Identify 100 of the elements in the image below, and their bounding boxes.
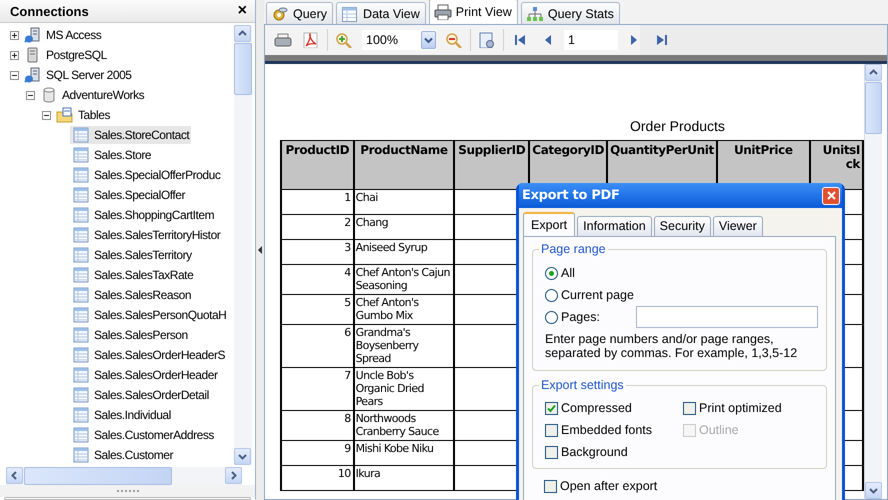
plus-icon[interactable] [10, 30, 18, 40]
grid-icon [341, 6, 360, 22]
table-cell: 2 [281, 214, 354, 240]
scroll-right-button[interactable] [225, 467, 242, 484]
radio-button[interactable]: All [545, 266, 575, 280]
tab[interactable]: Data View [336, 2, 426, 24]
column-header: ProductName [354, 140, 454, 190]
tree-item[interactable]: Sales.StoreContact [70, 126, 192, 144]
checkbox[interactable]: Compressed [545, 400, 683, 416]
tree-item[interactable]: Sales.SalesTerritoryHistor [70, 226, 222, 244]
tab[interactable]: Export [523, 212, 576, 236]
tab[interactable]: Security [654, 216, 711, 236]
printer-icon [434, 4, 452, 20]
table-cell: Ikura [354, 466, 454, 490]
dialog-title: Export to PDF [522, 188, 620, 203]
tree-item[interactable]: Sales.CustomerAddress [70, 426, 216, 444]
tree-item[interactable]: Sales.SalesOrderDetail [70, 386, 211, 404]
close-button[interactable]: × [238, 3, 247, 19]
plus-icon[interactable] [10, 50, 18, 60]
checkbox[interactable]: Embedded fonts [545, 422, 683, 438]
tree-item[interactable]: Sales.SalesPerson [70, 326, 190, 344]
table-cell: 4 [281, 264, 354, 294]
tab[interactable]: Information [577, 216, 652, 236]
tree-item[interactable]: SQL Server 2005 [22, 66, 134, 84]
page-setup-icon [478, 32, 496, 48]
minus-icon[interactable] [10, 70, 18, 80]
table-icon [72, 127, 90, 143]
table-icon [72, 147, 90, 163]
print-icon [274, 32, 292, 48]
scrollbar-thumb[interactable] [234, 43, 252, 95]
scroll-up-button[interactable] [865, 64, 882, 81]
table-icon [72, 287, 90, 303]
scrollbar-thumb[interactable] [24, 467, 172, 485]
horizontal-scrollbar[interactable] [6, 467, 242, 485]
table-icon [72, 427, 90, 443]
minus-icon[interactable] [26, 90, 34, 100]
page-field[interactable]: 1 [564, 30, 618, 50]
table-cell: 10 [281, 466, 354, 490]
tree-item[interactable]: AdventureWorks [38, 86, 146, 104]
scroll-down-button[interactable] [865, 482, 882, 499]
table-cell: 3 [281, 240, 354, 264]
tree-item[interactable]: Sales.SalesOrderHeader [70, 366, 220, 384]
plug-server-icon [24, 67, 42, 83]
radio-button[interactable]: Pages: [545, 310, 600, 324]
close-button[interactable] [822, 186, 840, 204]
checkbox[interactable]: Print optimized [683, 400, 818, 416]
zoom-in-icon [335, 32, 353, 48]
tree-item[interactable]: Sales.SalesTaxRate [70, 266, 196, 284]
input-field[interactable] [4, 497, 251, 500]
table-cell: Chef Anton's Cajun Seasoning [354, 264, 454, 294]
tree-item[interactable]: Sales.Customer [70, 446, 176, 464]
table-cell: Northwoods Cranberry Sauce [354, 410, 454, 440]
table-icon [72, 447, 90, 463]
scroll-left-button[interactable] [6, 467, 23, 484]
tree-item[interactable]: Sales.ShoppingCartItem [70, 206, 216, 224]
scroll-up-button[interactable] [234, 25, 251, 42]
folder-icon [56, 107, 74, 123]
tree-item[interactable]: Sales.SalesReason [70, 286, 194, 304]
tab[interactable]: Viewer [712, 216, 763, 236]
dropdown-button[interactable] [421, 31, 436, 49]
checkbox[interactable]: Open after export [544, 478, 658, 494]
close-icon [826, 191, 836, 200]
tree-item[interactable]: Sales.SpecialOffer [70, 186, 188, 204]
vertical-scrollbar[interactable] [234, 25, 252, 465]
report-title: Order Products [629, 118, 725, 136]
pages-field[interactable] [636, 306, 818, 328]
table-cell: Uncle Bob's Organic Dried Pears [354, 368, 454, 410]
pdf-icon [302, 32, 320, 48]
tree-item[interactable]: Sales.SalesOrderHeaderS [70, 346, 228, 364]
caret-icon [424, 36, 433, 44]
tree-item[interactable]: Sales.Individual [70, 406, 173, 424]
scroll-down-button[interactable] [234, 448, 251, 465]
minus-icon[interactable] [42, 110, 50, 120]
tree-item[interactable]: Sales.SpecialOfferProduc [70, 166, 222, 184]
hierarchy-icon [526, 6, 544, 22]
first-page-icon [513, 32, 527, 48]
tree-item[interactable]: Sales.SalesPersonQuotaH [70, 306, 228, 324]
zoom-out-icon [445, 32, 463, 48]
radio-button[interactable]: Current page [545, 288, 634, 302]
tab[interactable]: Query Stats [520, 2, 620, 24]
tab[interactable]: Query [266, 2, 334, 24]
zoom-field[interactable]: 100% [362, 30, 436, 50]
tree-item[interactable]: PostgreSQL [22, 46, 109, 64]
table-icon [72, 307, 90, 323]
vertical-scrollbar[interactable] [864, 64, 882, 499]
group-title: Export settings [539, 378, 626, 392]
table-cell: Chef Anton's Gumbo Mix [354, 294, 454, 324]
table-icon [72, 367, 90, 383]
tree-item[interactable]: MS Access [22, 26, 104, 44]
tree-item[interactable]: Sales.SalesTerritory [70, 246, 194, 264]
tab[interactable]: Print View [428, 0, 518, 24]
table-icon [72, 267, 90, 283]
table-cell: 9 [281, 440, 354, 466]
collapse-arrow-icon[interactable] [258, 246, 262, 254]
tree-item[interactable]: Sales.Store [70, 146, 154, 164]
tree-item[interactable]: Tables [54, 106, 112, 124]
checkbox[interactable]: Background [545, 444, 683, 460]
table-cell: Grandma's Boysenberry Spread [354, 324, 454, 368]
table-icon [72, 227, 90, 243]
scrollbar-thumb[interactable] [865, 82, 882, 134]
